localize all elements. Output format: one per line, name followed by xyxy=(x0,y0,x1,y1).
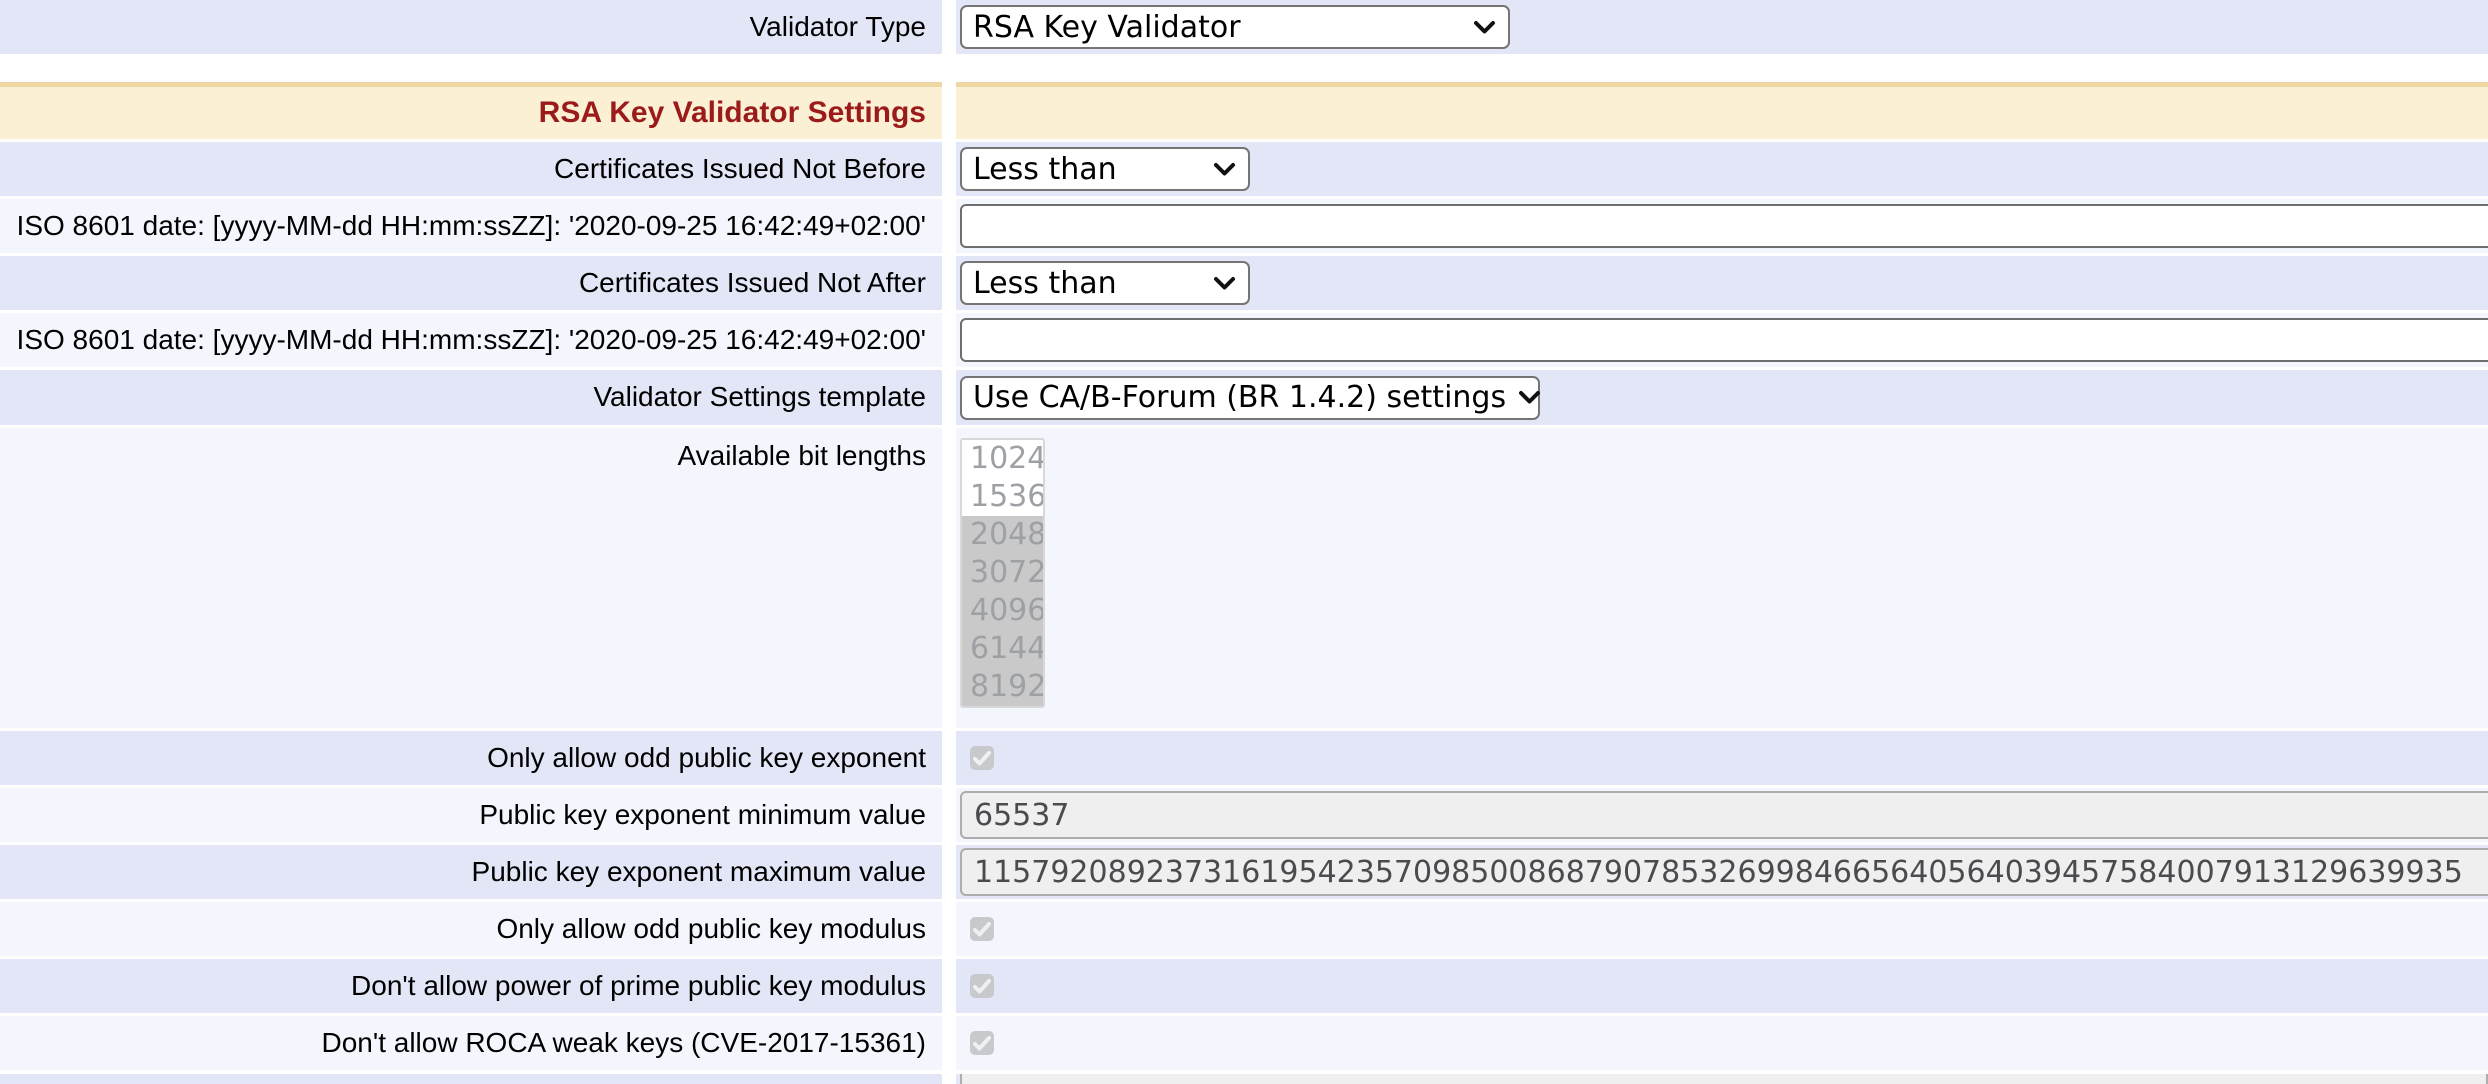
power-of-prime-label: Don't allow power of prime public key mo… xyxy=(351,970,926,1002)
bit-lengths-label: Available bit lengths xyxy=(677,440,926,472)
row-odd-exponent: Only allow odd public key exponent xyxy=(0,731,2488,785)
bit-length-option: 1024 xyxy=(962,440,1043,478)
bit-length-option: 2048 xyxy=(962,516,1043,554)
not-after-label: Certificates Issued Not After xyxy=(579,267,926,299)
power-of-prime-checkbox xyxy=(970,974,994,998)
settings-template-label: Validator Settings template xyxy=(593,381,926,413)
checkmark-icon xyxy=(973,979,991,994)
chevron-down-icon xyxy=(1213,276,1236,291)
bit-length-option: 8192 xyxy=(962,668,1043,706)
partial-input xyxy=(960,1074,2488,1084)
row-power-of-prime: Don't allow power of prime public key mo… xyxy=(0,959,2488,1013)
validator-type-label: Validator Type xyxy=(750,11,926,43)
odd-exponent-checkbox xyxy=(970,746,994,770)
settings-template-select[interactable]: Use CA/B-Forum (BR 1.4.2) settings xyxy=(960,376,1540,420)
row-section-header: RSA Key Validator Settings xyxy=(0,82,2488,139)
not-before-condition-select[interactable]: Less than xyxy=(960,147,1250,191)
not-after-date-input[interactable] xyxy=(960,318,2488,362)
row-settings-template: Validator Settings template Use CA/B-For… xyxy=(0,370,2488,425)
validator-type-select[interactable]: RSA Key Validator xyxy=(960,5,1510,49)
bit-length-option: 3072 xyxy=(962,554,1043,592)
checkmark-icon xyxy=(973,922,991,937)
chevron-down-icon xyxy=(1213,162,1236,177)
section-spacer xyxy=(0,57,2488,82)
not-after-date-hint: ISO 8601 date: [yyyy-MM-dd HH:mm:ssZZ]: … xyxy=(17,324,926,356)
row-exponent-max: Public key exponent maximum value xyxy=(0,845,2488,899)
checkmark-icon xyxy=(973,1036,991,1051)
exponent-max-input xyxy=(960,848,2488,896)
not-after-condition-select[interactable]: Less than xyxy=(960,261,1250,305)
bit-lengths-listbox: 1024153620483072409661448192 xyxy=(960,438,1045,708)
exponent-min-input xyxy=(960,791,2488,839)
row-not-before-date: ISO 8601 date: [yyyy-MM-dd HH:mm:ssZZ]: … xyxy=(0,199,2488,253)
rsa-key-validator-form: Validator Type RSA Key Validator RSA Key… xyxy=(0,0,2488,1084)
not-before-date-input[interactable] xyxy=(960,204,2488,248)
bit-length-option: 4096 xyxy=(962,592,1043,630)
row-exponent-min: Public key exponent minimum value xyxy=(0,788,2488,842)
roca-weak-keys-checkbox xyxy=(970,1031,994,1055)
odd-modulus-label: Only allow odd public key modulus xyxy=(496,913,926,945)
settings-template-value: Use CA/B-Forum (BR 1.4.2) settings xyxy=(973,380,1506,415)
chevron-down-icon xyxy=(1518,390,1541,405)
row-roca-weak-keys: Don't allow ROCA weak keys (CVE-2017-153… xyxy=(0,1016,2488,1070)
not-after-condition-value: Less than xyxy=(973,266,1117,301)
bit-length-option: 1536 xyxy=(962,478,1043,516)
odd-exponent-label: Only allow odd public key exponent xyxy=(487,742,926,774)
row-bit-lengths: Available bit lengths 102415362048307240… xyxy=(0,428,2488,728)
row-not-before: Certificates Issued Not Before Less than xyxy=(0,142,2488,196)
row-validator-type: Validator Type RSA Key Validator xyxy=(0,0,2488,54)
validator-type-selected-value: RSA Key Validator xyxy=(973,10,1241,45)
row-partial-cutoff xyxy=(0,1074,2488,1084)
row-odd-modulus: Only allow odd public key modulus xyxy=(0,902,2488,956)
not-before-condition-value: Less than xyxy=(973,152,1117,187)
chevron-down-icon xyxy=(1473,20,1496,35)
checkmark-icon xyxy=(973,751,991,766)
not-before-label: Certificates Issued Not Before xyxy=(554,153,926,185)
bit-length-option: 6144 xyxy=(962,630,1043,668)
odd-modulus-checkbox xyxy=(970,917,994,941)
roca-weak-keys-label: Don't allow ROCA weak keys (CVE-2017-153… xyxy=(321,1027,926,1059)
exponent-min-label: Public key exponent minimum value xyxy=(479,799,926,831)
exponent-max-label: Public key exponent maximum value xyxy=(472,856,926,888)
row-not-after: Certificates Issued Not After Less than xyxy=(0,256,2488,310)
row-not-after-date: ISO 8601 date: [yyyy-MM-dd HH:mm:ssZZ]: … xyxy=(0,313,2488,367)
not-before-date-hint: ISO 8601 date: [yyyy-MM-dd HH:mm:ssZZ]: … xyxy=(17,210,926,242)
section-title: RSA Key Validator Settings xyxy=(539,96,926,130)
